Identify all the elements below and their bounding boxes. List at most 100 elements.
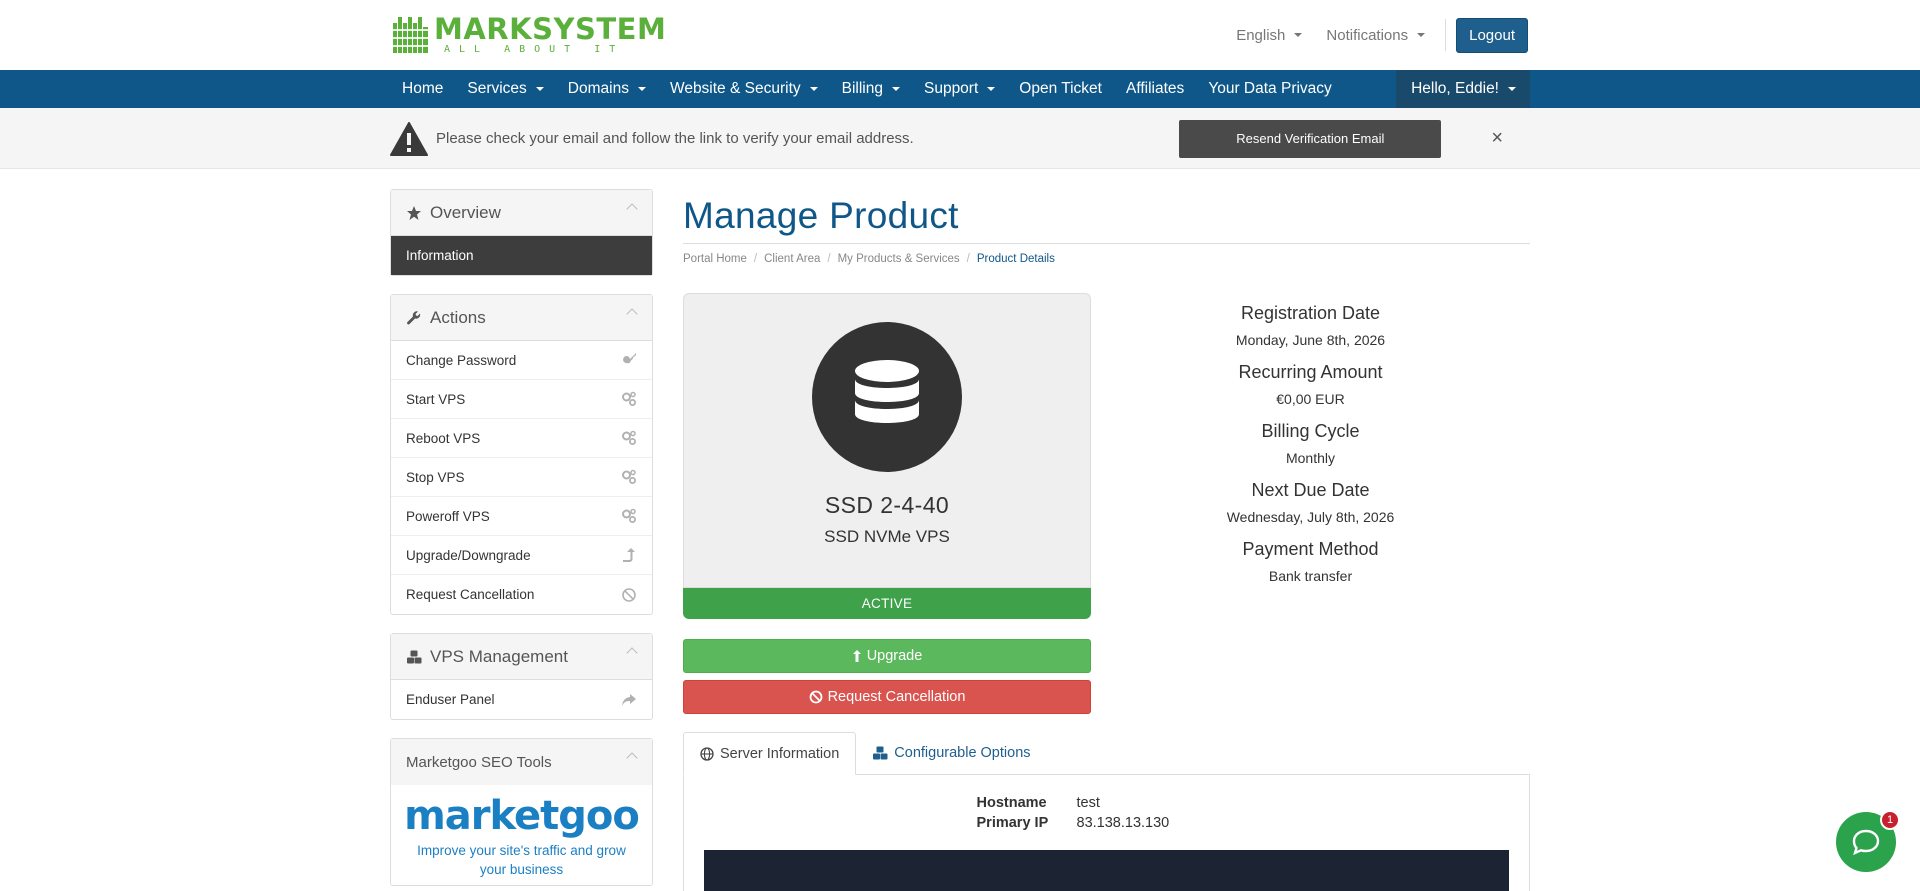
chevron-up-icon[interactable]: [626, 203, 638, 215]
nav-item-affiliates[interactable]: Affiliates: [1114, 70, 1196, 108]
seo-tools-panel-header[interactable]: Marketgoo SEO Tools: [391, 739, 652, 785]
info-label: Billing Cycle: [1261, 421, 1360, 441]
chat-widget-button[interactable]: 1: [1836, 810, 1900, 872]
product-name: SSD 2-4-40: [824, 492, 950, 518]
actions-title: Actions: [430, 307, 486, 327]
sidebar-item-label: Reboot VPS: [406, 430, 481, 446]
breadcrumb-portal-home[interactable]: Portal Home: [683, 253, 747, 265]
level-up-icon: [852, 650, 861, 662]
close-icon[interactable]: ×: [1491, 127, 1503, 150]
nav-item-label: Home: [402, 80, 444, 97]
logo-mark-icon: [392, 17, 430, 53]
sidebar-item-stop-vps[interactable]: Stop VPS: [391, 458, 652, 497]
nav-item-label: Domains: [567, 80, 629, 97]
caret-down-icon: [809, 87, 818, 91]
server-info-key: Primary IP: [976, 815, 1049, 831]
sidebar-item-enduser-panel[interactable]: Enduser Panel: [391, 680, 652, 719]
resend-verification-button[interactable]: Resend Verification Email: [1179, 119, 1442, 158]
nav-item-domains[interactable]: Domains: [556, 70, 658, 108]
nav-item-home[interactable]: Home: [390, 70, 455, 108]
sidebar-item-request-cancellation[interactable]: Request Cancellation: [391, 575, 652, 614]
vps-management-panel-header[interactable]: VPS Management: [391, 634, 652, 680]
ban-icon: [809, 690, 822, 704]
header: MARKSYSTEM ALL ABOUT IT English Notifica…: [0, 0, 1920, 70]
info-label: Payment Method: [1242, 539, 1379, 559]
language-label: English: [1236, 26, 1286, 44]
sidebar-item-reboot-vps[interactable]: Reboot VPS: [391, 419, 652, 458]
request-cancellation-button[interactable]: Request Cancellation: [683, 680, 1091, 714]
marketgoo-logo[interactable]: marketgoo: [403, 795, 640, 837]
chevron-up-icon[interactable]: [626, 308, 638, 320]
seo-tools-title: Marketgoo SEO Tools: [406, 753, 552, 771]
key-icon: [623, 353, 636, 364]
actions-panel-header[interactable]: Actions: [391, 295, 652, 341]
breadcrumb-my-products[interactable]: My Products & Services: [838, 253, 960, 265]
page-title: Manage Product: [683, 189, 1530, 244]
sidebar-item-label: Stop VPS: [406, 469, 465, 485]
breadcrumb-client-area[interactable]: Client Area: [764, 253, 820, 265]
server-info-row: Primary IP 83.138.13.130: [624, 813, 1529, 833]
share-icon: [622, 693, 636, 706]
chevron-up-icon[interactable]: [626, 647, 638, 659]
language-dropdown[interactable]: English: [1224, 27, 1314, 44]
database-icon: [855, 360, 919, 423]
vps-management-panel: VPS Management Enduser Panel: [390, 633, 653, 720]
status-badge: ACTIVE: [683, 588, 1091, 619]
upgrade-button[interactable]: Upgrade: [683, 639, 1091, 673]
overview-panel-header[interactable]: Overview: [391, 190, 652, 236]
info-value: €0,00 EUR: [1276, 391, 1345, 407]
nav-item-label: Website & Security: [669, 80, 801, 97]
warning-icon: [390, 121, 428, 156]
nav-item-your-data-privacy[interactable]: Your Data Privacy: [1196, 70, 1344, 108]
tab-server-information[interactable]: Server Information: [683, 732, 857, 775]
nav-item-support[interactable]: Support: [912, 70, 1007, 108]
chevron-up-icon[interactable]: [626, 752, 638, 764]
overview-title: Overview: [430, 202, 501, 222]
header-divider: [1445, 19, 1447, 51]
product-card: SSD 2-4-40 SSD NVMe VPS: [683, 293, 1091, 588]
product-icon-circle: [812, 322, 962, 472]
ban-icon: [622, 587, 636, 602]
cubes-icon: [873, 746, 888, 760]
user-menu[interactable]: Hello, Eddie!: [1396, 70, 1530, 108]
server-information-panel: Hostname test Primary IP 83.138.13.130: [683, 775, 1530, 891]
nav-item-label: Open Ticket: [1019, 80, 1102, 97]
sidebar-item-upgrade-downgrade[interactable]: Upgrade/Downgrade: [391, 536, 652, 575]
caret-down-icon: [1294, 33, 1303, 37]
wrench-icon: [407, 310, 421, 324]
sidebar-item-start-vps[interactable]: Start VPS: [391, 380, 652, 419]
marketgoo-promo-text[interactable]: Improve your site's traffic and grow you…: [403, 841, 640, 879]
sidebar-item-change-password[interactable]: Change Password: [391, 341, 652, 380]
product-info: Registration Date Monday, June 8th, 2026 R…: [1091, 293, 1530, 714]
caret-down-icon: [1508, 87, 1516, 91]
overview-panel: Overview Information: [390, 189, 653, 276]
logout-button[interactable]: Logout: [1456, 17, 1528, 53]
user-greeting: Hello, Eddie!: [1411, 80, 1499, 97]
info-value: Monthly: [1285, 450, 1336, 466]
nav-item-label: Billing: [841, 80, 883, 97]
actions-panel: Actions Change Password Start VPS Reboot V…: [390, 294, 653, 615]
alert-message: Please check your email and follow the l…: [436, 130, 914, 147]
vps-control-panel-preview[interactable]: [704, 850, 1509, 891]
nav-item-services[interactable]: Services: [455, 70, 555, 108]
product-tabs: Server Information Configurable Options: [683, 732, 1530, 775]
globe-icon: [700, 746, 714, 761]
nav-item-open-ticket[interactable]: Open Ticket: [1007, 70, 1114, 108]
sidebar-item-label: Change Password: [406, 352, 517, 368]
nav-item-billing[interactable]: Billing: [830, 70, 912, 108]
sidebar-item-information[interactable]: Information: [391, 236, 652, 275]
email-verification-alert: Please check your email and follow the l…: [0, 108, 1920, 169]
tab-configurable-options[interactable]: Configurable Options: [856, 732, 1046, 774]
brand-tagline: ALL ABOUT IT: [444, 44, 625, 55]
sidebar-item-poweroff-vps[interactable]: Poweroff VPS: [391, 497, 652, 536]
main-navbar: Home Services Domains Website & Security Bil…: [0, 70, 1920, 108]
nav-item-website-security[interactable]: Website & Security: [658, 70, 830, 108]
level-up-icon: [623, 548, 635, 562]
caret-down-icon: [637, 87, 646, 91]
cogs-icon: [622, 469, 636, 484]
sidebar: Overview Information Actions Change Pass…: [390, 189, 653, 891]
notifications-dropdown[interactable]: Notifications: [1314, 27, 1437, 44]
brand-logo[interactable]: MARKSYSTEM ALL ABOUT IT: [392, 13, 666, 57]
nav-item-label: Your Data Privacy: [1208, 80, 1332, 97]
server-info-row: Hostname test: [624, 793, 1529, 813]
